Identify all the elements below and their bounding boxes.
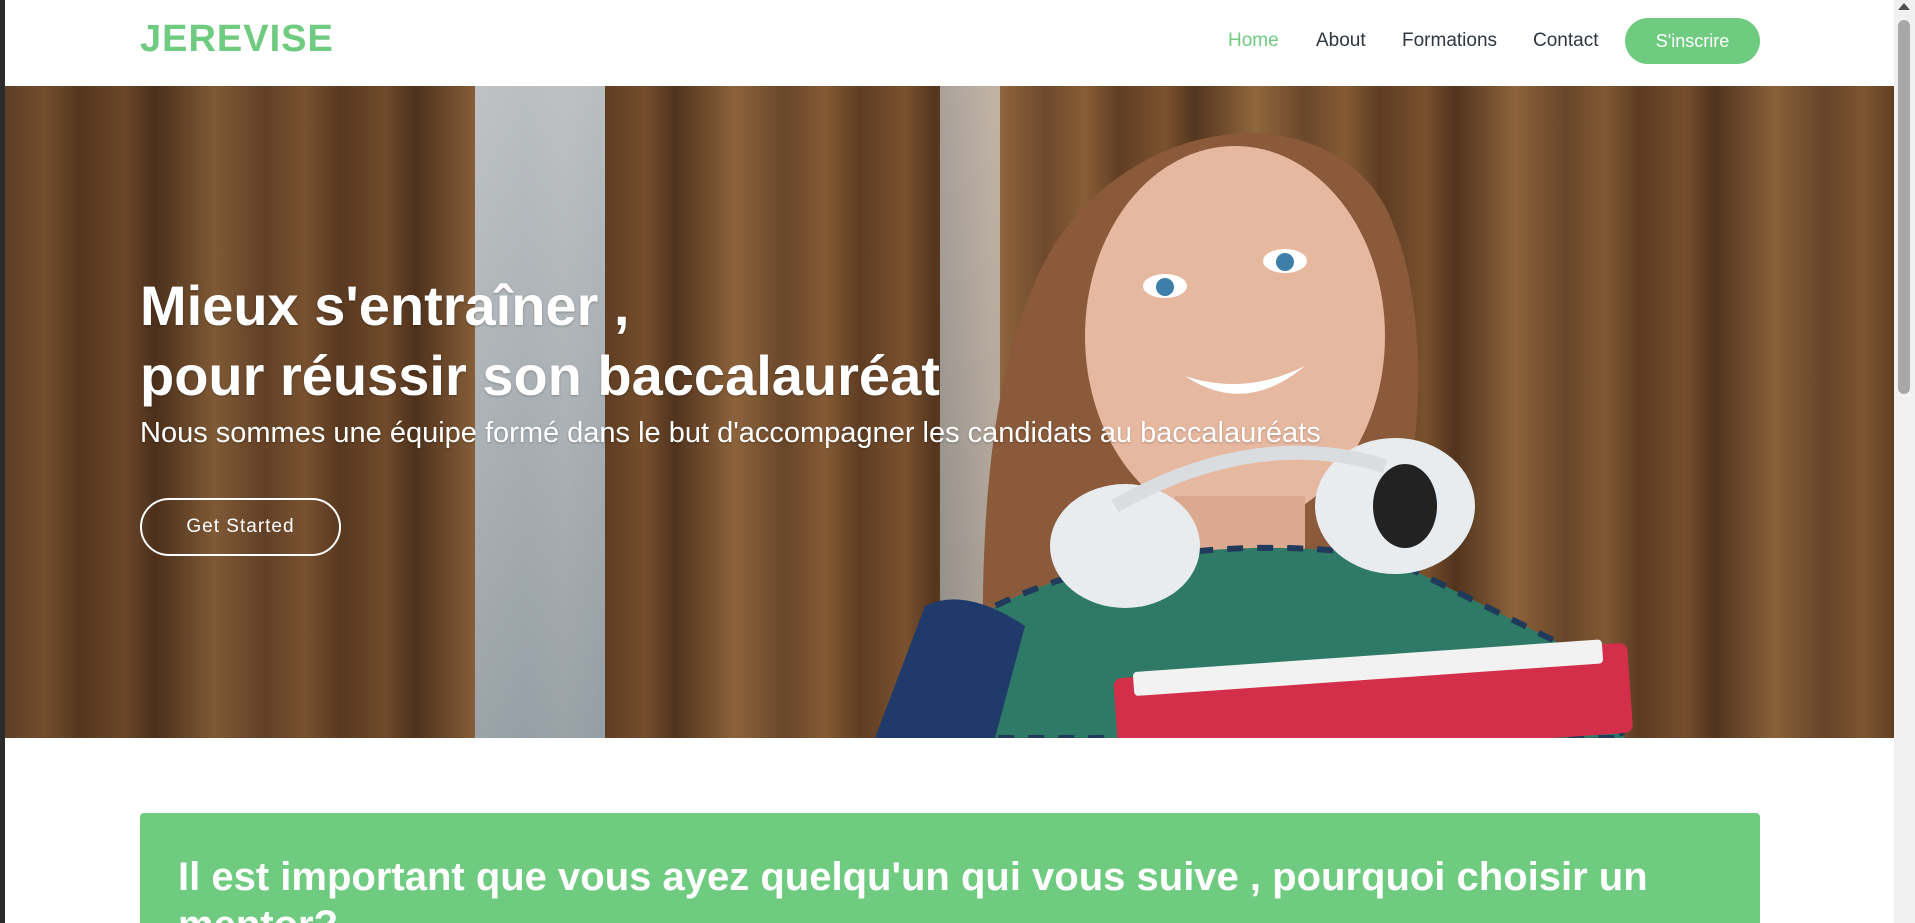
signup-button[interactable]: S'inscrire — [1625, 18, 1760, 64]
hero-content: Mieux s'entraîner , pour réussir son bac… — [140, 271, 1321, 556]
page-viewport: JEREVISE Home About Formations Contact S… — [5, 0, 1894, 923]
vertical-scrollbar[interactable] — [1894, 0, 1915, 923]
hero-section: Mieux s'entraîner , pour réussir son bac… — [5, 86, 1894, 738]
nav-link-formations[interactable]: Formations — [1402, 30, 1497, 52]
scroll-up-arrow-icon[interactable] — [1898, 3, 1910, 10]
hero-title: Mieux s'entraîner , pour réussir son bac… — [140, 271, 1321, 411]
hero-title-line1: Mieux s'entraîner , — [140, 274, 630, 337]
hero-subtitle: Nous sommes une équipe formé dans le but… — [140, 417, 1321, 449]
main-nav: Home About Formations Contact S'inscrire — [5, 0, 1894, 86]
why-mentor-title: Il est important que vous ayez quelqu'un… — [178, 855, 1648, 923]
nav-link-about[interactable]: About — [1316, 30, 1366, 52]
scrollbar-thumb[interactable] — [1898, 20, 1910, 394]
nav-link-home[interactable]: Home — [1228, 30, 1279, 52]
get-started-button[interactable]: Get Started — [140, 498, 341, 556]
nav-link-contact[interactable]: Contact — [1533, 30, 1598, 52]
why-mentor-banner: Il est important que vous ayez quelqu'un… — [140, 813, 1760, 923]
site-header: JEREVISE Home About Formations Contact S… — [5, 0, 1894, 86]
hero-title-line2: pour réussir son baccalauréat — [140, 344, 940, 407]
